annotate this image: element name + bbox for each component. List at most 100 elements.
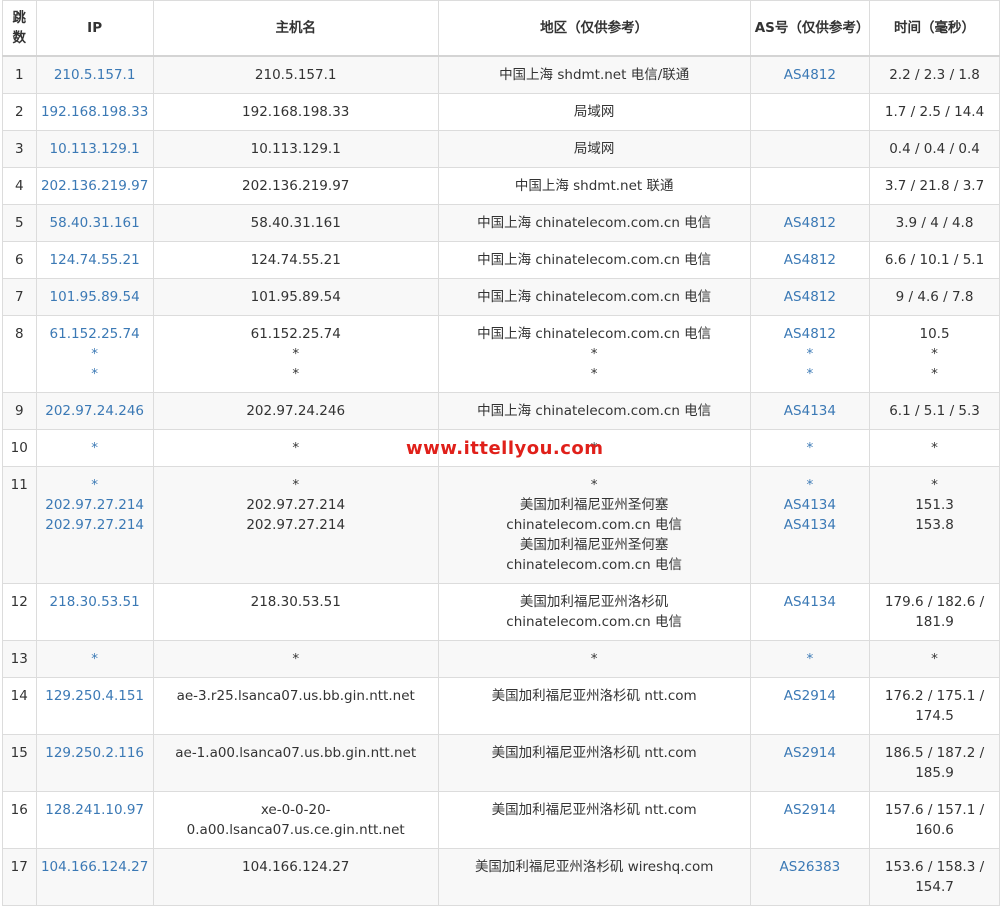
- host-text: 101.95.89.54: [250, 289, 341, 305]
- asn-link[interactable]: AS4812: [754, 65, 866, 85]
- time-text: 153.6 / 158.3 /: [884, 859, 985, 875]
- time-text: 185.9: [915, 765, 954, 781]
- ip-link[interactable]: 104.166.124.27: [40, 857, 150, 877]
- asn-link[interactable]: AS4134: [754, 592, 866, 612]
- region-text: 中国上海 shdmt.net 联通: [514, 178, 674, 194]
- ip-link[interactable]: 129.250.2.116: [40, 743, 150, 763]
- ip-link[interactable]: 129.250.4.151: [40, 686, 150, 706]
- table-row: 13 * * * * *: [2, 640, 1000, 678]
- host-text: 202.97.27.214: [246, 517, 346, 533]
- header-row: 跳数 IP 主机名 地区（仅供参考） AS号（仅供参考） 时间（毫秒）: [2, 0, 1000, 57]
- region-cell: 中国上海 chinatelecom.com.cn 电信: [437, 278, 751, 316]
- ip-link[interactable]: 192.168.198.33: [40, 102, 150, 122]
- ip-link[interactable]: 58.40.31.161: [40, 213, 150, 233]
- time-cell: 157.6 / 157.1 / 160.6: [869, 791, 1000, 849]
- region-text: chinatelecom.com.cn 电信: [506, 517, 683, 533]
- time-cell: 186.5 / 187.2 / 185.9: [869, 734, 1000, 792]
- time-text: 151.3: [915, 497, 954, 513]
- region-text: 美国加利福尼亚州圣何塞: [519, 497, 669, 513]
- asn-text: *: [806, 477, 814, 493]
- ip-cell: 218.30.53.51: [35, 583, 154, 641]
- time-text: *: [931, 477, 938, 493]
- region-text: *: [590, 477, 598, 493]
- time-text: 10.5: [919, 326, 950, 342]
- asn-cell: AS26383: [749, 848, 871, 906]
- asn-cell: *: [749, 640, 871, 678]
- ip-cell: 210.5.157.1: [35, 55, 154, 94]
- region-text: 美国加利福尼亚州洛杉矶 ntt.com: [491, 745, 697, 761]
- ip-cell: 129.250.2.116: [35, 734, 154, 792]
- ip-link[interactable]: 10.113.129.1: [40, 139, 150, 159]
- ip-cell: 61.152.25.74 * *: [35, 315, 154, 393]
- hop-cell: 14: [2, 677, 37, 735]
- asn-cell: [749, 167, 871, 205]
- region-text: *: [590, 346, 598, 362]
- hop-cell: 13: [2, 640, 37, 678]
- ip-link[interactable]: 124.74.55.21: [40, 250, 150, 270]
- ip-link[interactable]: 101.95.89.54: [40, 287, 150, 307]
- asn-link[interactable]: AS4812: [754, 287, 866, 307]
- hostname-cell: ae-1.a00.lsanca07.us.bb.gin.ntt.net: [152, 734, 439, 792]
- hop-cell: 5: [2, 204, 37, 242]
- time-cell: 6.6 / 10.1 / 5.1: [869, 241, 1000, 279]
- asn-link[interactable]: AS2914: [754, 800, 866, 820]
- host-text: 104.166.124.27: [242, 859, 350, 875]
- region-cell: 中国上海 chinatelecom.com.cn 电信: [437, 241, 751, 279]
- region-cell: 中国上海 chinatelecom.com.cn 电信 * *: [437, 315, 751, 393]
- host-text: 202.97.24.246: [246, 403, 346, 419]
- time-cell: 9 / 4.6 / 7.8: [869, 278, 1000, 316]
- asn-link[interactable]: AS2914: [754, 743, 866, 763]
- ip-link[interactable]: 210.5.157.1: [40, 65, 150, 85]
- ip-cell: 128.241.10.97: [35, 791, 154, 849]
- region-cell: * 美国加利福尼亚州圣何塞 chinatelecom.com.cn 电信 美国加利福尼…: [437, 466, 751, 584]
- asn-link[interactable]: AS4812: [754, 213, 866, 233]
- asn-link[interactable]: AS2914: [754, 686, 866, 706]
- table-header: 跳数 IP 主机名 地区（仅供参考） AS号（仅供参考） 时间（毫秒）: [2, 0, 1000, 57]
- region-text: 中国上海 chinatelecom.com.cn 电信: [477, 252, 712, 268]
- ip-link[interactable]: 202.97.27.214: [40, 515, 150, 535]
- ip-cell: 192.168.198.33: [35, 93, 154, 131]
- asn-link[interactable]: AS26383: [754, 857, 866, 877]
- region-text: *: [590, 366, 598, 382]
- time-text: 154.7: [915, 879, 954, 895]
- region-text: 局域网: [573, 141, 615, 157]
- region-text: 美国加利福尼亚州洛杉矶: [519, 594, 669, 610]
- hop-cell: 17: [2, 848, 37, 906]
- hop-cell: 8: [2, 315, 37, 393]
- host-text: 58.40.31.161: [250, 215, 341, 231]
- asn-link[interactable]: AS4134: [754, 515, 866, 535]
- hostname-cell: 192.168.198.33: [152, 93, 439, 131]
- time-cell: 2.2 / 2.3 / 1.8: [869, 55, 1000, 94]
- region-cell: 美国加利福尼亚州洛杉矶 ntt.com: [437, 734, 751, 792]
- asn-link[interactable]: AS4134: [754, 401, 866, 421]
- ip-link[interactable]: 218.30.53.51: [40, 592, 150, 612]
- asn-cell: * AS4134 AS4134: [749, 466, 871, 584]
- ip-link[interactable]: 128.241.10.97: [40, 800, 150, 820]
- hop-cell: 9: [2, 392, 37, 430]
- region-text: 美国加利福尼亚州圣何塞: [519, 537, 669, 553]
- hostname-cell: 202.136.219.97: [152, 167, 439, 205]
- asn-link[interactable]: AS4812: [754, 324, 866, 344]
- hostname-cell: 58.40.31.161: [152, 204, 439, 242]
- asn-cell: *: [749, 429, 871, 467]
- time-text: 157.6 / 157.1 /: [884, 802, 985, 818]
- hop-cell: 16: [2, 791, 37, 849]
- region-text: 中国上海 chinatelecom.com.cn 电信: [477, 326, 712, 342]
- asn-text: *: [806, 346, 814, 362]
- region-text: 中国上海 chinatelecom.com.cn 电信: [477, 403, 712, 419]
- hop-cell: 6: [2, 241, 37, 279]
- time-cell: 176.2 / 175.1 / 174.5: [869, 677, 1000, 735]
- ip-cell: 202.136.219.97: [35, 167, 154, 205]
- hostname-cell: ae-3.r25.lsanca07.us.bb.gin.ntt.net: [152, 677, 439, 735]
- time-cell: *: [869, 640, 1000, 678]
- time-cell: 3.9 / 4 / 4.8: [869, 204, 1000, 242]
- ip-link[interactable]: 202.97.24.246: [40, 401, 150, 421]
- hop-cell: 4: [2, 167, 37, 205]
- asn-link[interactable]: AS4134: [754, 495, 866, 515]
- ip-link[interactable]: 202.97.27.214: [40, 495, 150, 515]
- ip-link[interactable]: 61.152.25.74: [40, 324, 150, 344]
- hostname-cell: 124.74.55.21: [152, 241, 439, 279]
- host-text: 124.74.55.21: [250, 252, 341, 268]
- asn-link[interactable]: AS4812: [754, 250, 866, 270]
- ip-link[interactable]: 202.136.219.97: [40, 176, 150, 196]
